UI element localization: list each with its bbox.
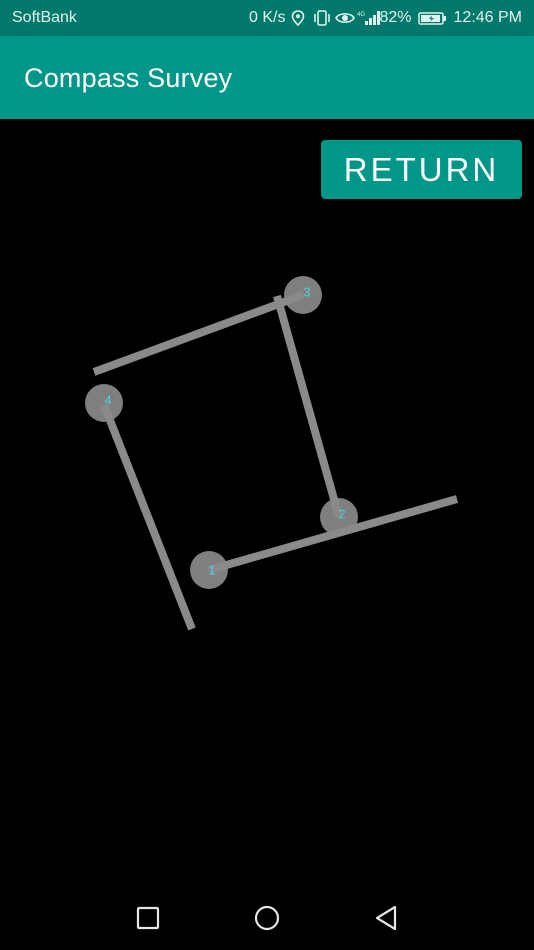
return-button[interactable]: RETURN	[321, 140, 522, 199]
survey-point-label: 2	[338, 506, 345, 521]
survey-line	[273, 294, 343, 519]
recents-square-icon[interactable]	[133, 903, 163, 933]
battery-icon	[417, 10, 448, 26]
screen: SoftBank 0 K/s 4G 82% 12:46 PM Compass S…	[0, 0, 534, 950]
battery-percent: 82%	[379, 9, 412, 26]
network-speed: 0 K/s	[249, 9, 286, 26]
survey-point-1[interactable]: 1	[190, 551, 228, 589]
survey-point-label: 3	[303, 284, 310, 299]
home-circle-icon[interactable]	[252, 903, 282, 933]
survey-canvas[interactable]: 1 2 3 4	[0, 119, 534, 879]
survey-point-4[interactable]: 4	[85, 384, 123, 422]
clock: 12:46 PM	[453, 9, 522, 26]
survey-point-3[interactable]: 3	[284, 276, 322, 314]
app-title: Compass Survey	[24, 63, 233, 93]
status-bar: SoftBank 0 K/s 4G 82% 12:46 PM	[0, 0, 534, 36]
carrier-label: SoftBank	[12, 9, 77, 26]
nav-bar	[0, 885, 534, 950]
vibrate-icon	[313, 10, 331, 26]
eye-icon	[335, 10, 356, 26]
app-bar: Compass Survey	[0, 36, 534, 119]
status-icons: 0 K/s 4G 82% 12:46 PM	[249, 9, 522, 27]
survey-point-label: 1	[208, 562, 215, 577]
survey-lines	[92, 291, 459, 631]
location-icon	[291, 10, 307, 26]
survey-line	[92, 291, 305, 376]
back-triangle-icon[interactable]	[372, 903, 402, 933]
svg-text:4G: 4G	[357, 12, 365, 18]
survey-point-label: 4	[104, 392, 111, 407]
survey-line	[100, 403, 196, 631]
signal-4g-icon: 4G	[357, 10, 381, 26]
survey-point-2[interactable]: 2	[320, 498, 358, 536]
